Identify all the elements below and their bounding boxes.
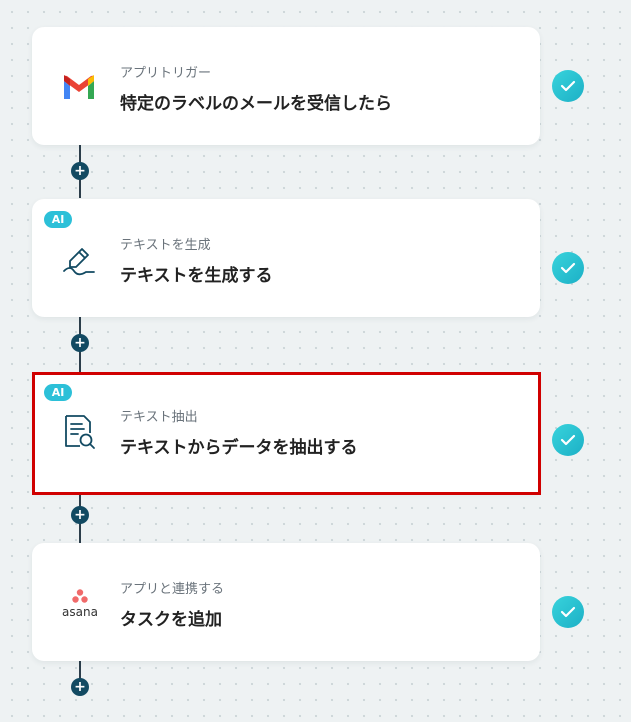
ai-badge: AI bbox=[44, 211, 72, 228]
asana-icon: asana bbox=[58, 585, 102, 623]
step-title: テキストからデータを抽出する bbox=[120, 438, 358, 458]
completed-check-icon bbox=[552, 70, 584, 102]
add-step-button[interactable]: + bbox=[71, 162, 89, 180]
completed-check-icon bbox=[552, 424, 584, 456]
step-title: 特定のラベルのメールを受信したら bbox=[120, 94, 392, 114]
gmail-icon bbox=[60, 69, 98, 107]
step-type-label: テキスト抽出 bbox=[120, 410, 198, 425]
document-search-icon bbox=[60, 413, 98, 451]
asana-wordmark: asana bbox=[62, 605, 98, 619]
step-type-label: テキストを生成 bbox=[120, 238, 211, 253]
flow-step-card[interactable]: asana アプリと連携する タスクを追加 bbox=[32, 543, 540, 661]
step-type-label: アプリトリガー bbox=[120, 66, 212, 81]
add-step-button[interactable]: + bbox=[71, 506, 89, 524]
step-title: テキストを生成する bbox=[120, 266, 273, 286]
flow-step-card[interactable]: アプリトリガー 特定のラベルのメールを受信したら bbox=[32, 27, 540, 145]
flow-step-card[interactable]: AI テキストを生成 テキストを生成する bbox=[32, 199, 540, 317]
pen-icon bbox=[60, 241, 98, 279]
completed-check-icon bbox=[552, 596, 584, 628]
completed-check-icon bbox=[552, 252, 584, 284]
add-step-button[interactable]: + bbox=[71, 678, 89, 696]
flow-step-card-selected[interactable]: AI テキスト抽出 テキストからデータを抽出する bbox=[32, 372, 541, 495]
step-title: タスクを追加 bbox=[120, 610, 222, 630]
step-type-label: アプリと連携する bbox=[120, 582, 225, 597]
ai-badge: AI bbox=[44, 384, 72, 401]
add-step-button[interactable]: + bbox=[71, 334, 89, 352]
